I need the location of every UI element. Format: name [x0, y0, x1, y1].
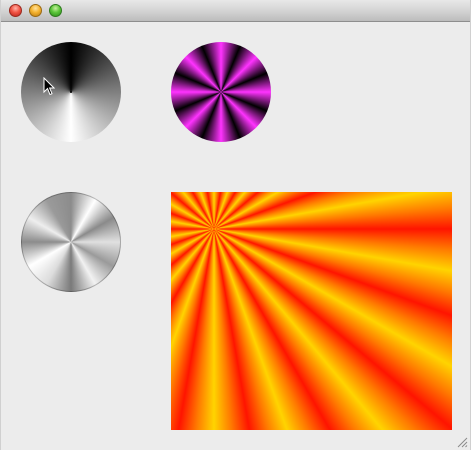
mouse-pointer-icon [43, 77, 55, 96]
minimize-window-button[interactable] [29, 4, 42, 17]
content-area [1, 22, 470, 450]
app-window [0, 0, 471, 450]
close-window-button[interactable] [9, 4, 22, 17]
magenta-conical-gradient-disc [171, 42, 271, 142]
title-bar[interactable] [1, 0, 470, 22]
resize-grip-icon[interactable] [457, 437, 468, 448]
zoom-window-button[interactable] [49, 4, 62, 17]
silver-conical-gradient-disc [21, 192, 121, 292]
orange-sunburst-gradient-panel [171, 192, 452, 430]
gray-conical-gradient-disc [21, 42, 121, 142]
